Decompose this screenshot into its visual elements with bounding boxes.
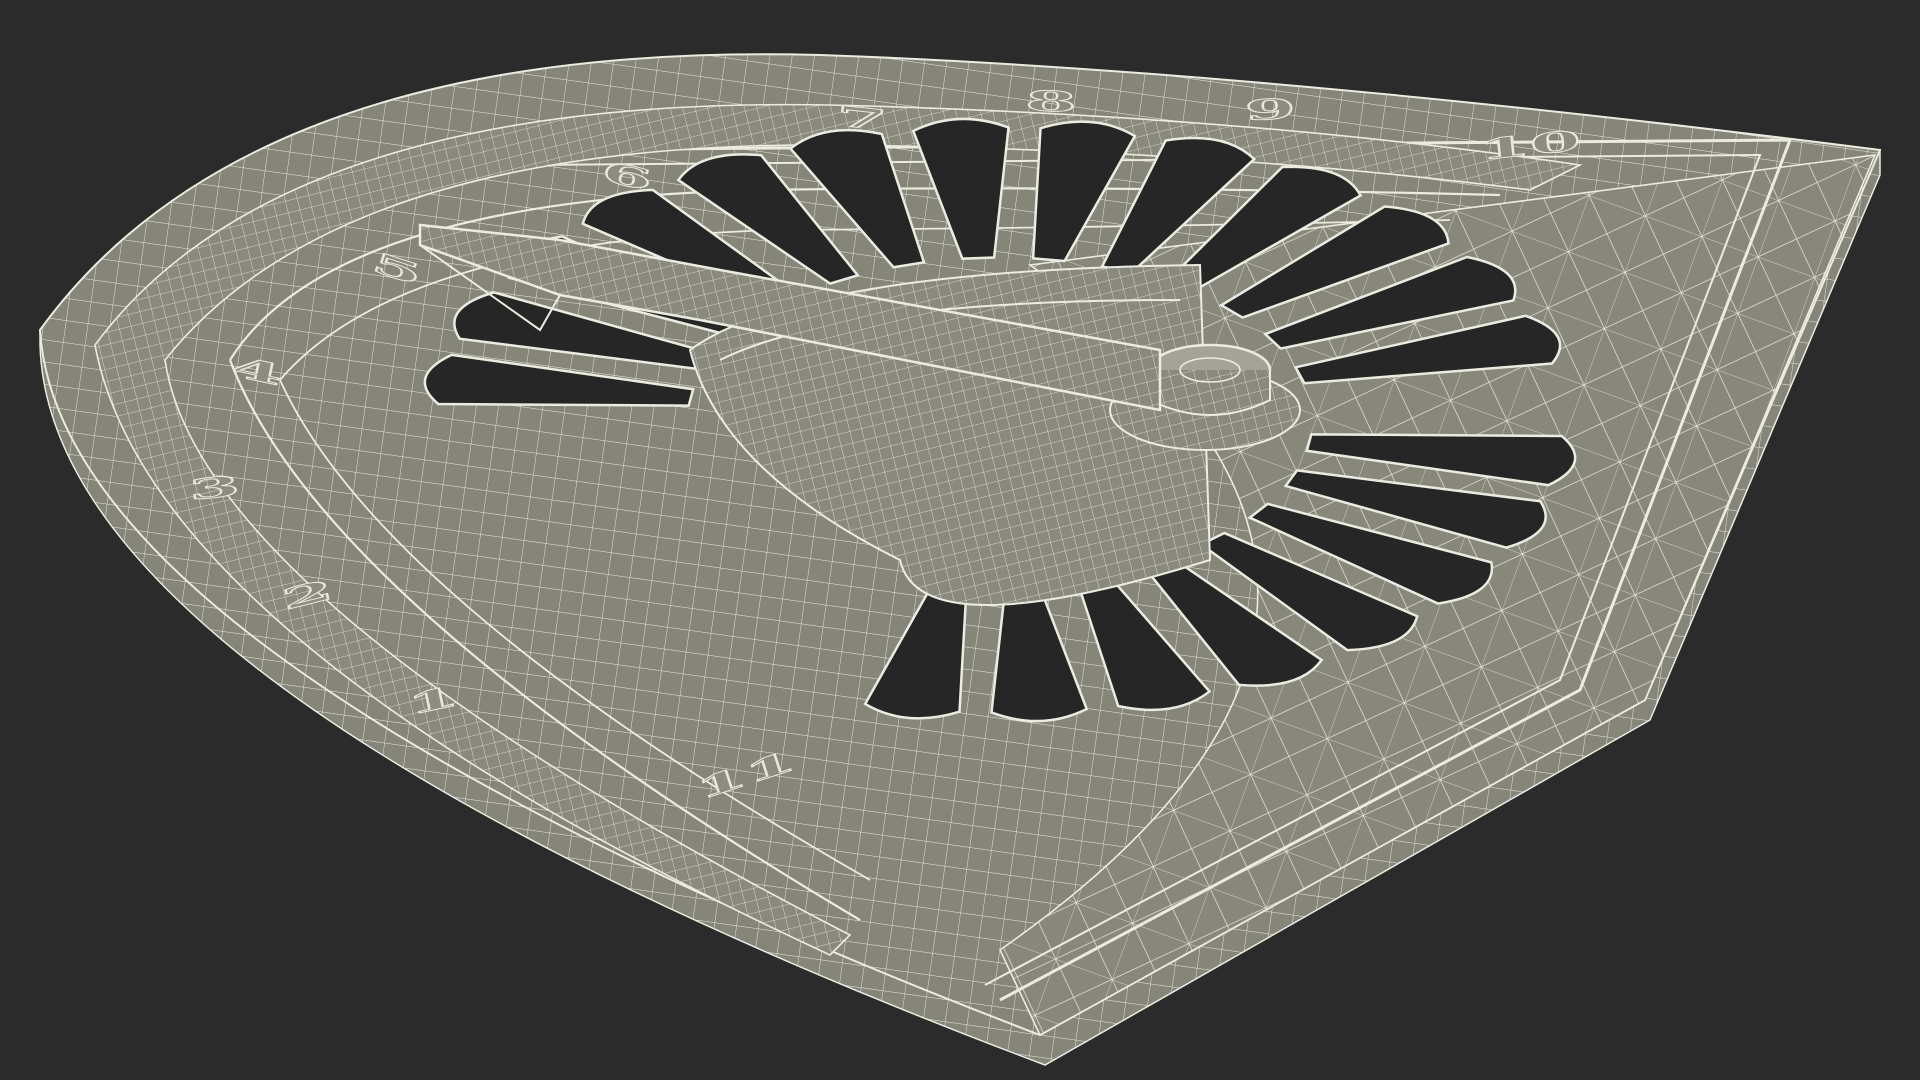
numeral-7: 7: [834, 100, 888, 137]
sundial-wireframe-render: 1 2 3 4 5 6 7 8 9 10 11: [38, 53, 1882, 1066]
numeral-9: 9: [1244, 93, 1296, 127]
render-viewport: 1 2 3 4 5 6 7 8 9 10 11: [0, 0, 1920, 1080]
numeral-3: 3: [187, 469, 241, 506]
numeral-8: 8: [1025, 85, 1077, 119]
